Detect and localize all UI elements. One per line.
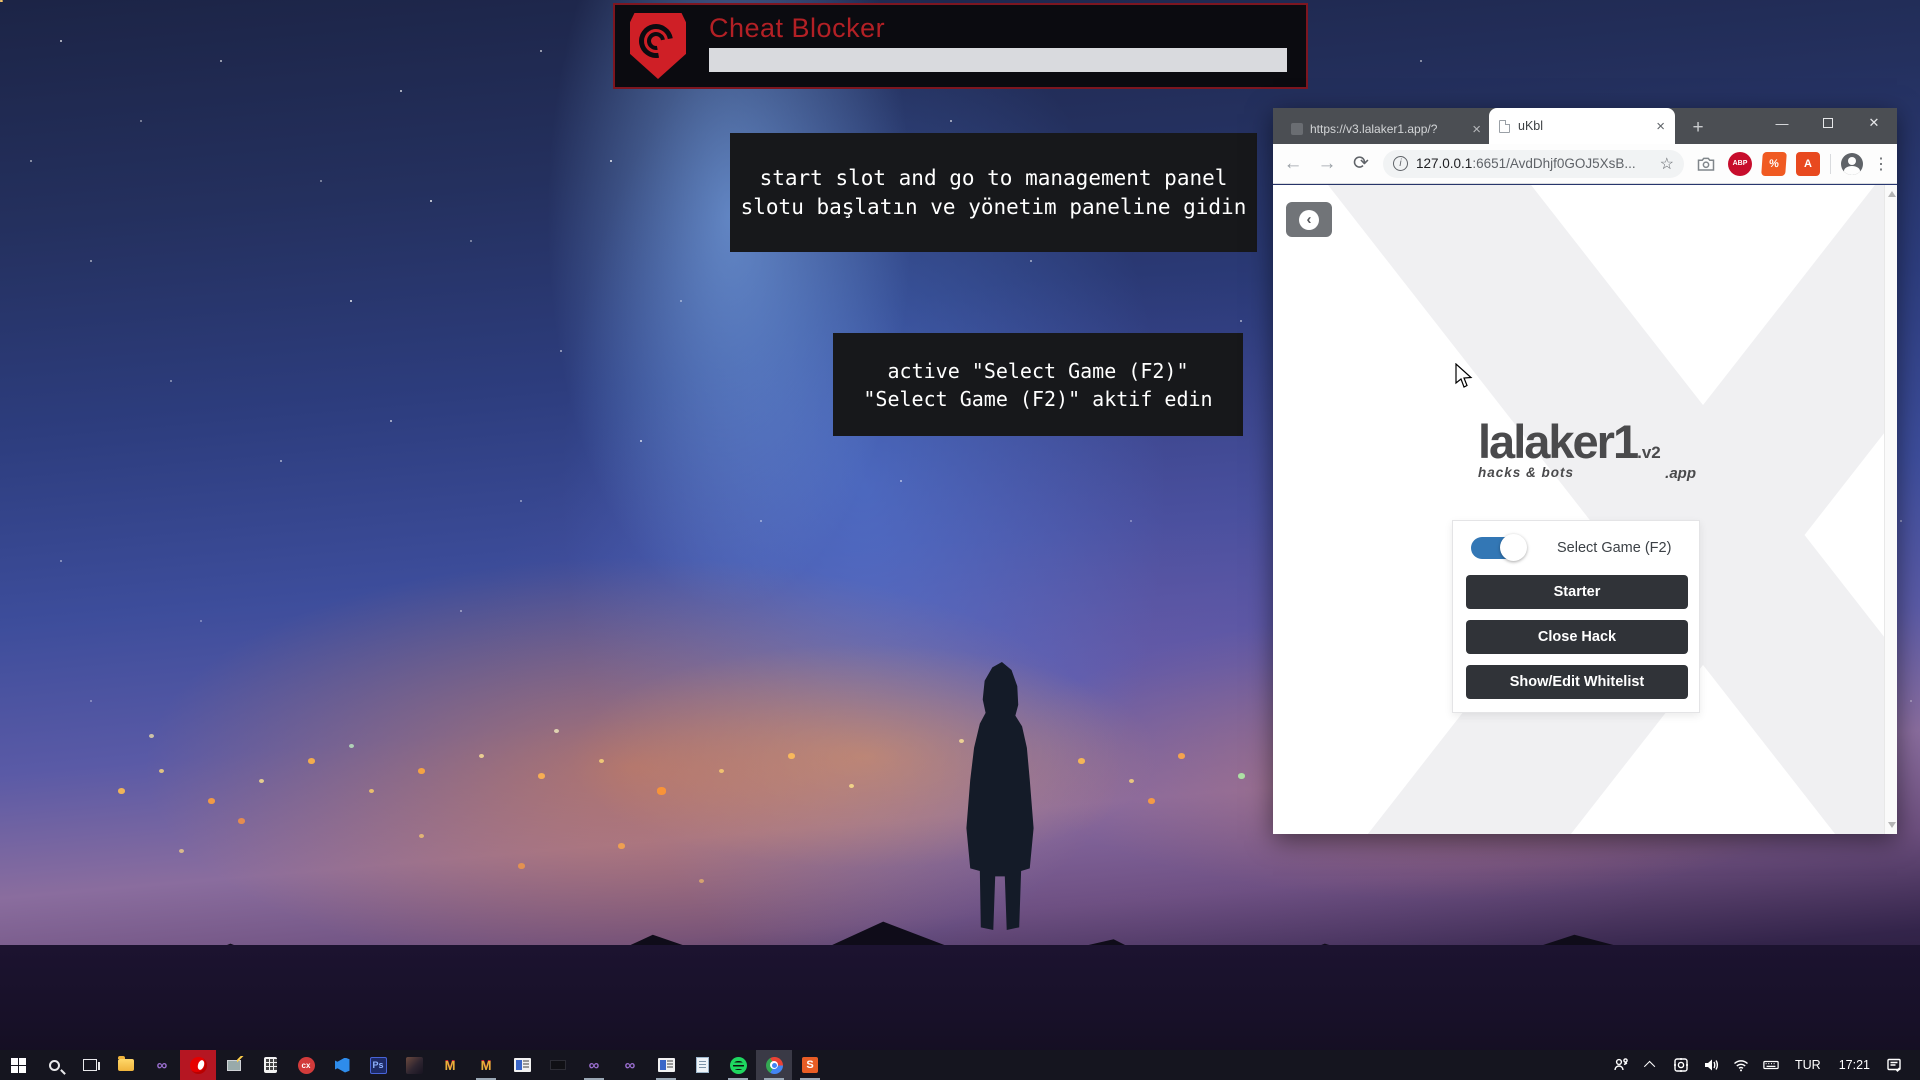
city-lights-decor — [0, 0, 3, 2]
tab-title: https://v3.lalaker1.app/? — [1310, 122, 1465, 136]
news-app-icon[interactable] — [504, 1050, 540, 1080]
wifi-icon[interactable] — [1729, 1050, 1753, 1080]
photo-viewer-icon[interactable] — [396, 1050, 432, 1080]
orange-extension-2-icon[interactable]: A — [1796, 152, 1820, 176]
cheat-blocker-progress-bar — [709, 48, 1287, 72]
cheat-blocker-title: Cheat Blocker — [709, 13, 885, 44]
screenshot-extension-icon[interactable] — [1694, 152, 1718, 176]
scroll-up-icon[interactable] — [1888, 191, 1896, 197]
close-hack-button[interactable]: Close Hack — [1466, 620, 1688, 654]
show-edit-whitelist-button[interactable]: Show/Edit Whitelist — [1466, 665, 1688, 699]
child-silhouette — [952, 662, 1048, 930]
maximize-button[interactable] — [1805, 108, 1851, 138]
page-favicon-icon — [1499, 120, 1510, 133]
toggle-label: Select Game (F2) — [1557, 540, 1671, 556]
minimize-button[interactable]: — — [1759, 108, 1805, 138]
desktop: Cheat Blocker start slot and go to manag… — [0, 0, 1920, 1080]
toggle-knob[interactable] — [1500, 534, 1527, 561]
chevron-up-icon[interactable] — [1639, 1050, 1663, 1080]
bookmark-star-icon[interactable]: ☆ — [1660, 154, 1674, 174]
search-icon[interactable] — [36, 1050, 72, 1080]
touch-keyboard-icon[interactable] — [1759, 1050, 1783, 1080]
tooltip-select-game: active "Select Game (F2)" "Select Game (… — [833, 333, 1243, 436]
reload-icon[interactable]: ⟳ — [1349, 152, 1373, 175]
tab-ukbl-active[interactable]: uKbl × — [1489, 108, 1675, 144]
select-game-toggle[interactable] — [1471, 537, 1525, 559]
control-panel-card: Select Game (F2) Starter Close Hack Show… — [1452, 520, 1700, 713]
back-icon[interactable]: ← — [1281, 153, 1305, 175]
url-path: :6651/AvdDhjf0GOJ5XsB... — [1472, 156, 1635, 171]
lalaker1-logo: lalaker1.v2 hacks & bots .app — [1478, 420, 1708, 482]
adblock-plus-extension-icon[interactable]: ABP — [1728, 152, 1752, 176]
mouse-cursor — [1455, 363, 1473, 389]
visual-studio-icon[interactable]: ∞ — [144, 1050, 180, 1080]
close-button[interactable]: ✕ — [1851, 108, 1897, 138]
setup-app-icon[interactable] — [216, 1050, 252, 1080]
tooltip-line-tr: "Select Game (F2)" aktif edin — [833, 385, 1243, 413]
page-back-button[interactable]: ‹ — [1286, 202, 1332, 237]
spotify-icon[interactable] — [720, 1050, 756, 1080]
file-explorer-icon[interactable] — [108, 1050, 144, 1080]
tab-close-icon[interactable]: × — [1656, 119, 1665, 134]
cheat-blocker-app-icon[interactable] — [180, 1050, 216, 1080]
cheat-blocker-overlay: Cheat Blocker — [613, 3, 1308, 89]
toolbar-separator — [1830, 154, 1831, 174]
visual-studio-2-icon[interactable]: ∞ — [576, 1050, 612, 1080]
start-button[interactable] — [0, 1050, 36, 1080]
tab-lalaker1[interactable]: https://v3.lalaker1.app/? × — [1283, 114, 1489, 144]
m-game-icon[interactable]: M — [432, 1050, 468, 1080]
volume-icon[interactable] — [1699, 1050, 1723, 1080]
clock[interactable]: 17:21 — [1833, 1058, 1876, 1072]
tab-close-icon[interactable]: × — [1472, 122, 1481, 137]
new-tab-button[interactable]: + — [1685, 116, 1711, 140]
cx-app-icon[interactable]: cx — [288, 1050, 324, 1080]
taskbar: ∞ cx Ps M M ∞ ∞ S — [0, 1050, 1920, 1080]
m-game-2-icon[interactable]: M — [468, 1050, 504, 1080]
tooltip-line-en: start slot and go to management panel — [730, 164, 1257, 193]
tab-strip: https://v3.lalaker1.app/? × uKbl × + — ✕ — [1273, 108, 1897, 144]
scroll-down-icon[interactable] — [1888, 822, 1896, 828]
visual-studio-3-icon[interactable]: ∞ — [612, 1050, 648, 1080]
tab-favicon — [1291, 123, 1303, 135]
logo-main-text: lalaker1 — [1478, 415, 1637, 468]
info-icon[interactable]: i — [1393, 156, 1408, 171]
chrome-icon[interactable] — [756, 1050, 792, 1080]
language-indicator[interactable]: TUR — [1789, 1058, 1827, 1072]
logo-domain: .app — [1665, 465, 1696, 482]
background-app-icon[interactable] — [540, 1050, 576, 1080]
shield-c-icon — [630, 13, 686, 79]
window-controls: — ✕ — [1759, 108, 1897, 138]
system-tray: TUR 17:21 — [1609, 1050, 1920, 1080]
task-view-icon[interactable] — [72, 1050, 108, 1080]
tooltip-line-tr: slotu başlatın ve yönetim paneline gidin — [730, 193, 1257, 222]
tab-title: uKbl — [1518, 119, 1648, 133]
orange-extension-1-icon[interactable]: % — [1761, 152, 1787, 176]
starter-button[interactable]: Starter — [1466, 575, 1688, 609]
sublime-text-icon[interactable]: S — [792, 1050, 828, 1080]
people-icon[interactable] — [1609, 1050, 1633, 1080]
news-app-2-icon[interactable] — [648, 1050, 684, 1080]
forward-icon[interactable]: → — [1315, 153, 1339, 175]
vscode-icon[interactable] — [324, 1050, 360, 1080]
notepad-icon[interactable] — [684, 1050, 720, 1080]
profile-avatar-icon[interactable] — [1841, 153, 1863, 175]
page-scrollbar[interactable] — [1884, 185, 1897, 834]
logo-version-text: .v2 — [1637, 443, 1661, 462]
toggle-row: Select Game (F2) — [1471, 536, 1683, 560]
tooltip-line-en: active "Select Game (F2)" — [833, 357, 1243, 385]
action-center-icon[interactable] — [1882, 1050, 1906, 1080]
chrome-window: https://v3.lalaker1.app/? × uKbl × + — ✕… — [1273, 108, 1897, 834]
address-bar[interactable]: i 127.0.0.1:6651/AvdDhjf0GOJ5XsB... ☆ — [1383, 150, 1684, 178]
url-text[interactable]: 127.0.0.1:6651/AvdDhjf0GOJ5XsB... — [1416, 156, 1636, 171]
photoshop-icon[interactable]: Ps — [360, 1050, 396, 1080]
page-content: ‹ lalaker1.v2 hacks & bots .app Select G… — [1273, 185, 1897, 834]
tooltip-start-slot: start slot and go to management panel sl… — [730, 133, 1257, 252]
url-host: 127.0.0.1 — [1416, 156, 1472, 171]
chevron-left-icon: ‹ — [1299, 210, 1319, 230]
defender-icon[interactable] — [1669, 1050, 1693, 1080]
calculator-icon[interactable] — [252, 1050, 288, 1080]
browser-toolbar: ← → ⟳ i 127.0.0.1:6651/AvdDhjf0GOJ5XsB..… — [1273, 144, 1897, 184]
chrome-menu-icon[interactable]: ⋮ — [1873, 154, 1889, 174]
logo-tagline: hacks & bots — [1478, 465, 1574, 482]
